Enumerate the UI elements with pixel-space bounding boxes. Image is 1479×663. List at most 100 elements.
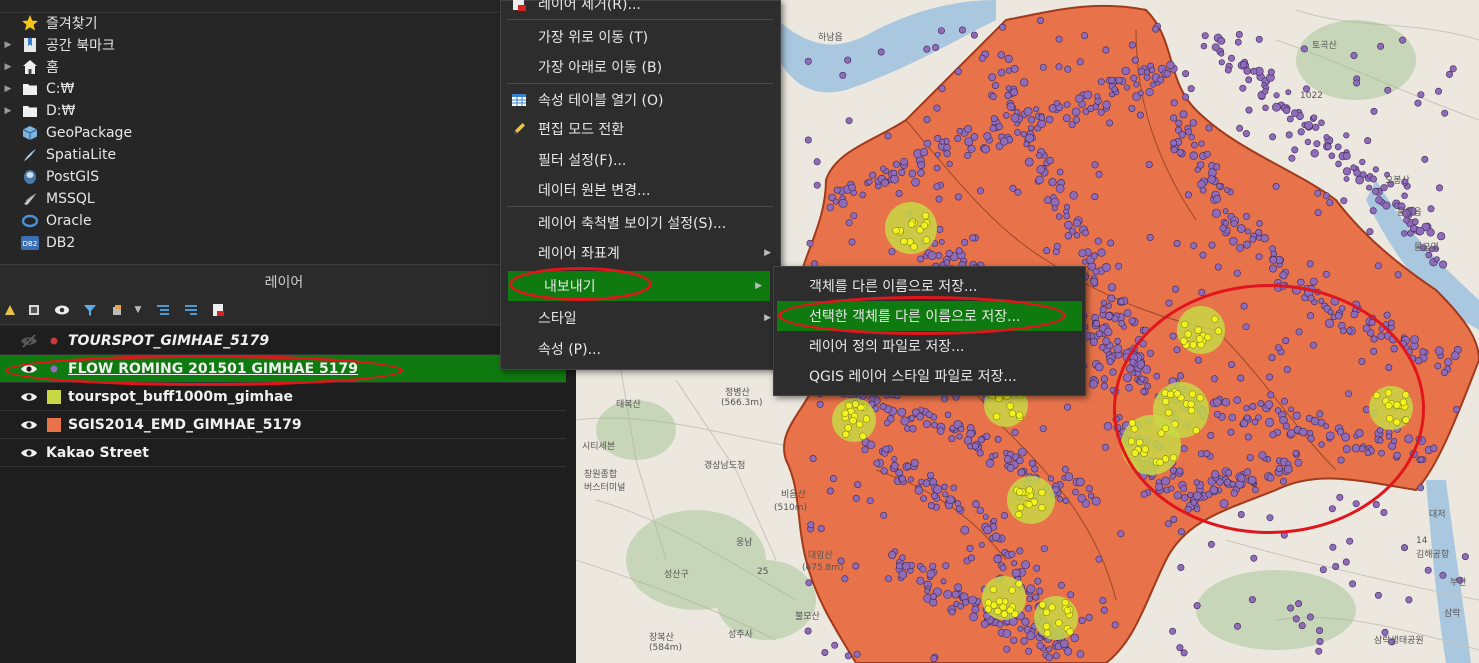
browser-item[interactable]: ▶ C:₩ [0, 78, 500, 100]
style-icon[interactable] [2, 302, 18, 318]
context-menu-item[interactable]: 스타일 ▶ [502, 303, 779, 333]
flow-point [890, 461, 899, 470]
layer-row[interactable]: Kakao Street [0, 439, 566, 467]
flow-point [927, 251, 937, 261]
remove-layer-icon[interactable] [210, 302, 226, 318]
export-submenu-item[interactable]: QGIS 레이어 스타일 파일로 저장... [777, 361, 1082, 391]
layer-row[interactable]: TOURSPOT_GIMHAE_5179 [0, 327, 566, 355]
flow-point [1258, 451, 1267, 460]
flow-point [1055, 63, 1063, 71]
flow-point [1027, 125, 1034, 132]
expand-arrow-icon[interactable]: ▶ [0, 62, 16, 72]
add-group-icon[interactable] [26, 302, 42, 318]
flow-point [927, 501, 935, 509]
flow-point [1062, 114, 1071, 123]
context-menu-item[interactable]: 가장 아래로 이동 (B) [502, 52, 779, 82]
flow-point [1268, 264, 1277, 273]
browser-item[interactable]: ▶ D:₩ [0, 100, 500, 122]
chevron-down-icon[interactable]: ▼ [130, 302, 146, 318]
browser-item[interactable]: ▶ 공간 북마크 [0, 34, 500, 56]
flow-point [1087, 492, 1095, 499]
eye-icon[interactable] [18, 447, 40, 459]
flow-point [845, 117, 853, 125]
flow-point [1372, 166, 1379, 173]
layer-row[interactable]: tourspot_buff1000m_gimhae [0, 383, 566, 411]
flow-point [1249, 402, 1257, 410]
context-menu-item[interactable]: 데이터 원본 변경... [502, 175, 779, 205]
context-menu-item[interactable]: 내보내기 ▶ [508, 271, 770, 301]
tourspot-point [845, 401, 853, 410]
tourspot-point [1402, 391, 1410, 399]
submenu-arrow-icon: ▶ [755, 281, 762, 291]
browser-item[interactable]: DB2 DB2 [0, 232, 500, 254]
filter-by-expression-icon[interactable] [110, 302, 126, 318]
flow-point [1103, 421, 1113, 431]
tourspot-point [1141, 445, 1149, 453]
flow-point [1140, 490, 1148, 498]
expand-arrow-icon[interactable]: ▶ [0, 84, 16, 94]
flow-point [1267, 391, 1275, 399]
flow-point [1045, 115, 1054, 124]
flow-point [861, 446, 869, 454]
flow-point [1240, 61, 1248, 69]
filter-icon[interactable] [82, 302, 98, 318]
expand-arrow-icon[interactable]: ▶ [0, 106, 16, 116]
flow-point [1003, 645, 1011, 653]
flow-point [969, 234, 977, 242]
expand-all-icon[interactable] [155, 302, 171, 318]
folder-icon [20, 102, 40, 120]
flow-point [1139, 340, 1147, 348]
eye-icon[interactable] [18, 419, 40, 431]
flow-point [920, 495, 927, 502]
export-submenu-item[interactable]: 객체를 다른 이름으로 저장... [777, 271, 1082, 301]
browser-item[interactable]: PostGIS [0, 166, 500, 188]
context-menu-item[interactable]: 레이어 좌표계 ▶ [502, 238, 779, 268]
context-menu-item[interactable]: 레이어 제거(R)... [502, 0, 779, 19]
flow-point [898, 475, 906, 483]
eye-icon[interactable] [18, 363, 40, 375]
context-menu-label: 필터 설정(F)... [538, 153, 627, 169]
flow-point [1191, 141, 1198, 149]
context-menu-item[interactable]: 필터 설정(F)... [502, 145, 779, 175]
flow-point [1374, 591, 1382, 599]
browser-item[interactable]: GeoPackage [0, 122, 500, 144]
collapse-all-icon[interactable] [183, 302, 199, 318]
flow-point [844, 652, 852, 660]
flow-point [1046, 646, 1053, 653]
flow-point [944, 411, 952, 418]
layer-row[interactable]: FLOW ROMING 201501 GIMHAE 5179 [0, 355, 566, 383]
export-submenu-item[interactable]: 레이어 정의 파일로 저장... [777, 331, 1082, 361]
browser-item[interactable]: MSSQL [0, 188, 500, 210]
browser-item[interactable]: ▶ 홈 [0, 56, 500, 78]
browser-item[interactable]: Oracle [0, 210, 500, 232]
browser-item[interactable]: SpatiaLite [0, 144, 500, 166]
flow-point [1130, 74, 1138, 82]
eye-off-icon[interactable] [18, 333, 40, 348]
tourspot-point [862, 415, 871, 423]
context-menu-item[interactable]: 레이어 축척별 보이기 설정(S)... [502, 208, 779, 238]
eye-icon[interactable] [18, 391, 40, 403]
layer-row[interactable]: SGIS2014_EMD_GIMHAE_5179 [0, 411, 566, 439]
export-submenu-item[interactable]: 선택한 객체를 다른 이름으로 저장... [777, 301, 1082, 331]
context-menu-label: 레이어 좌표계 [538, 246, 620, 262]
browser-item[interactable]: 즐겨찾기 [0, 12, 500, 34]
flow-point [1375, 196, 1383, 204]
manage-visibility-icon[interactable] [54, 302, 70, 318]
context-menu-item[interactable]: 속성 (P)... [502, 334, 779, 364]
flow-point [1287, 604, 1295, 612]
flow-point [1310, 416, 1320, 426]
export-submenu-label: QGIS 레이어 스타일 파일로 저장... [809, 369, 1017, 385]
tourspot-point [1180, 337, 1188, 345]
flow-point [1266, 373, 1274, 381]
context-menu-item[interactable]: 가장 위로 이동 (T) [502, 22, 779, 52]
expand-arrow-icon[interactable]: ▶ [0, 40, 16, 50]
context-menu-item[interactable]: 편집 모드 전환 [502, 114, 779, 144]
flow-point [1219, 499, 1229, 509]
flow-point [1288, 154, 1296, 162]
flow-point [1170, 146, 1178, 154]
flow-point [1100, 375, 1109, 383]
flow-point [950, 484, 958, 492]
flow-point [1064, 220, 1073, 230]
context-menu-item[interactable]: 속성 테이블 열기 (O) [502, 85, 779, 115]
flow-point [1355, 175, 1364, 185]
